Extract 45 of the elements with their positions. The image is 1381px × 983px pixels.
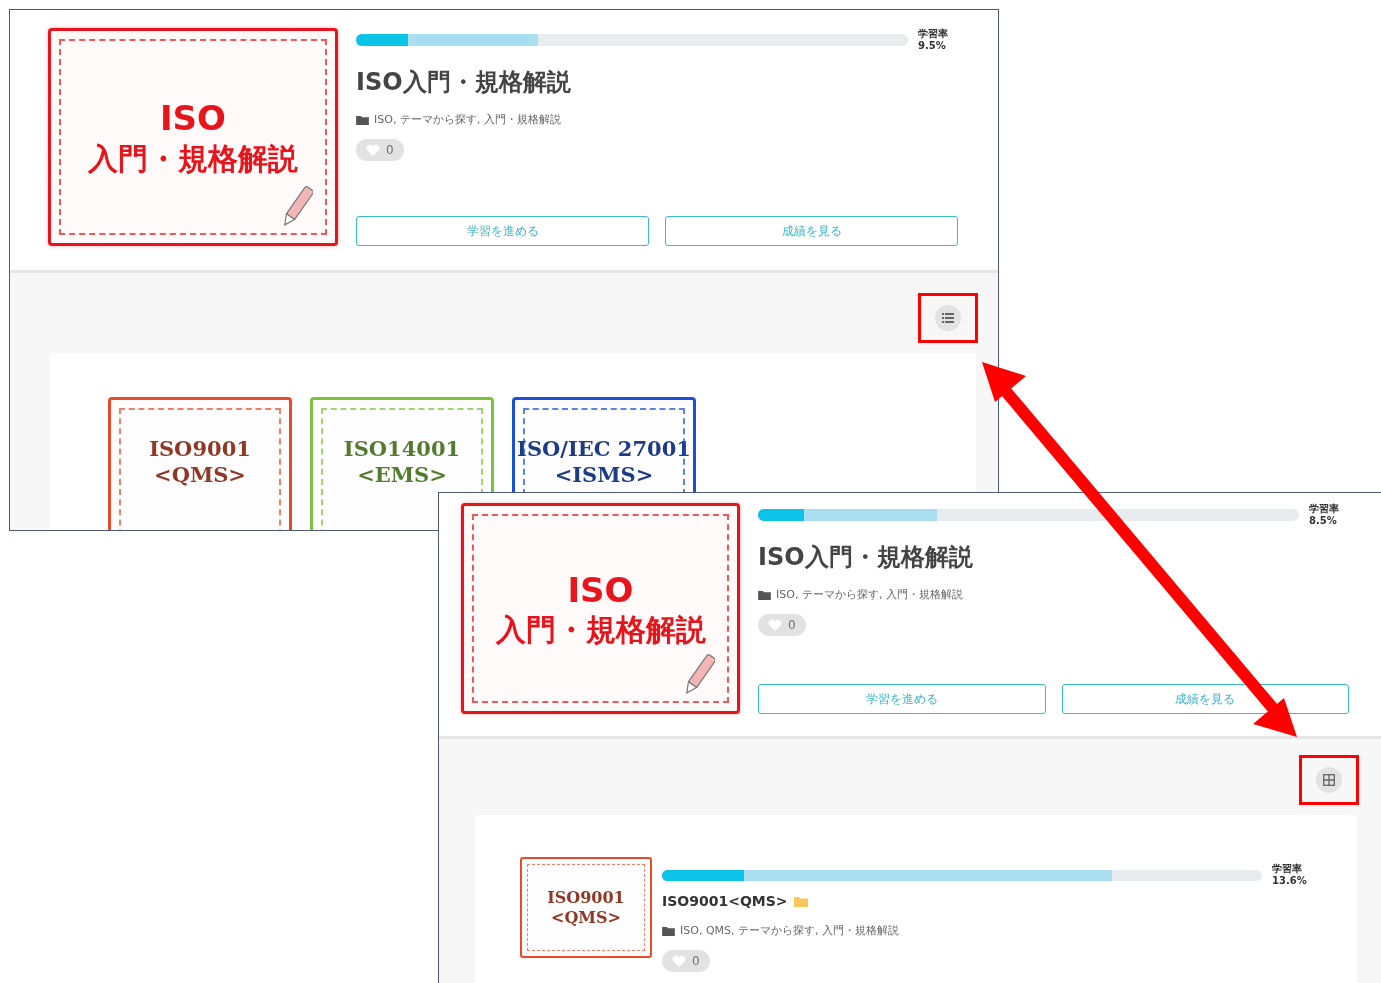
course-title: ISO入門・規格解説: [356, 67, 572, 98]
thumbnail-text: ISO14001: [343, 436, 461, 463]
rate-label: 学習率: [918, 28, 949, 40]
thumbnail-text: 入門・規格解説: [88, 139, 298, 177]
course-thumbnail[interactable]: ISO9001 <QMS>: [108, 397, 292, 530]
list-icon: [942, 313, 954, 323]
thumbnail-text: ISO9001: [149, 436, 251, 463]
category-tags: ISO, テーマから探す, 入門・規格解説: [776, 587, 963, 602]
folder-icon: [356, 114, 369, 125]
folder-icon: [793, 895, 808, 907]
action-button[interactable]: 成績を見る: [1061, 684, 1349, 714]
thumbnail-text: ISO: [567, 568, 634, 611]
thumbnail-text: <QMS>: [551, 907, 621, 927]
rate-label: 学習率: [1309, 503, 1340, 515]
heart-icon: [366, 144, 380, 156]
course-title: ISO入門・規格解説: [758, 542, 974, 573]
view-toggle-button[interactable]: [935, 305, 961, 331]
folder-icon: [662, 925, 675, 936]
heart-icon: [768, 619, 782, 631]
thumbnail-text: ISO: [159, 97, 226, 140]
course-thumbnail[interactable]: ISO9001 <QMS>: [520, 857, 652, 958]
thumbnail-text: ISO9001: [547, 888, 625, 908]
action-button[interactable]: 学習を進める: [758, 684, 1046, 714]
action-button[interactable]: 成績を見る: [665, 216, 958, 246]
thumbnail-text: <QMS>: [154, 462, 246, 489]
category-tags: ISO, テーマから探す, 入門・規格解説: [374, 112, 561, 127]
rate-value: 8.5%: [1309, 515, 1338, 527]
action-button[interactable]: 学習を進める: [356, 216, 649, 246]
thumbnail-text: ISO/IEC 27001: [517, 436, 691, 463]
like-button[interactable]: 0: [356, 139, 404, 161]
rate-value: 13.6%: [1272, 875, 1308, 887]
folder-icon: [758, 589, 771, 600]
thumbnail-text: <ISMS>: [554, 462, 654, 489]
heart-icon: [672, 955, 686, 967]
category-tags: ISO, QMS, テーマから探す, 入門・規格解説: [680, 923, 899, 938]
rate-label: 学習率: [1272, 863, 1303, 875]
thumbnail-text: 入門・規格解説: [495, 611, 706, 649]
like-button[interactable]: 0: [758, 614, 806, 636]
course-thumbnail[interactable]: ISO14001 <EMS>: [310, 397, 494, 530]
like-button[interactable]: 0: [662, 950, 710, 972]
thumbnail-text: <EMS>: [357, 462, 447, 489]
rate-value: 9.5%: [918, 40, 947, 52]
view-toggle-button[interactable]: [1316, 767, 1342, 793]
course-title[interactable]: ISO9001<QMS>: [662, 893, 788, 909]
grid-icon: [1323, 774, 1335, 786]
